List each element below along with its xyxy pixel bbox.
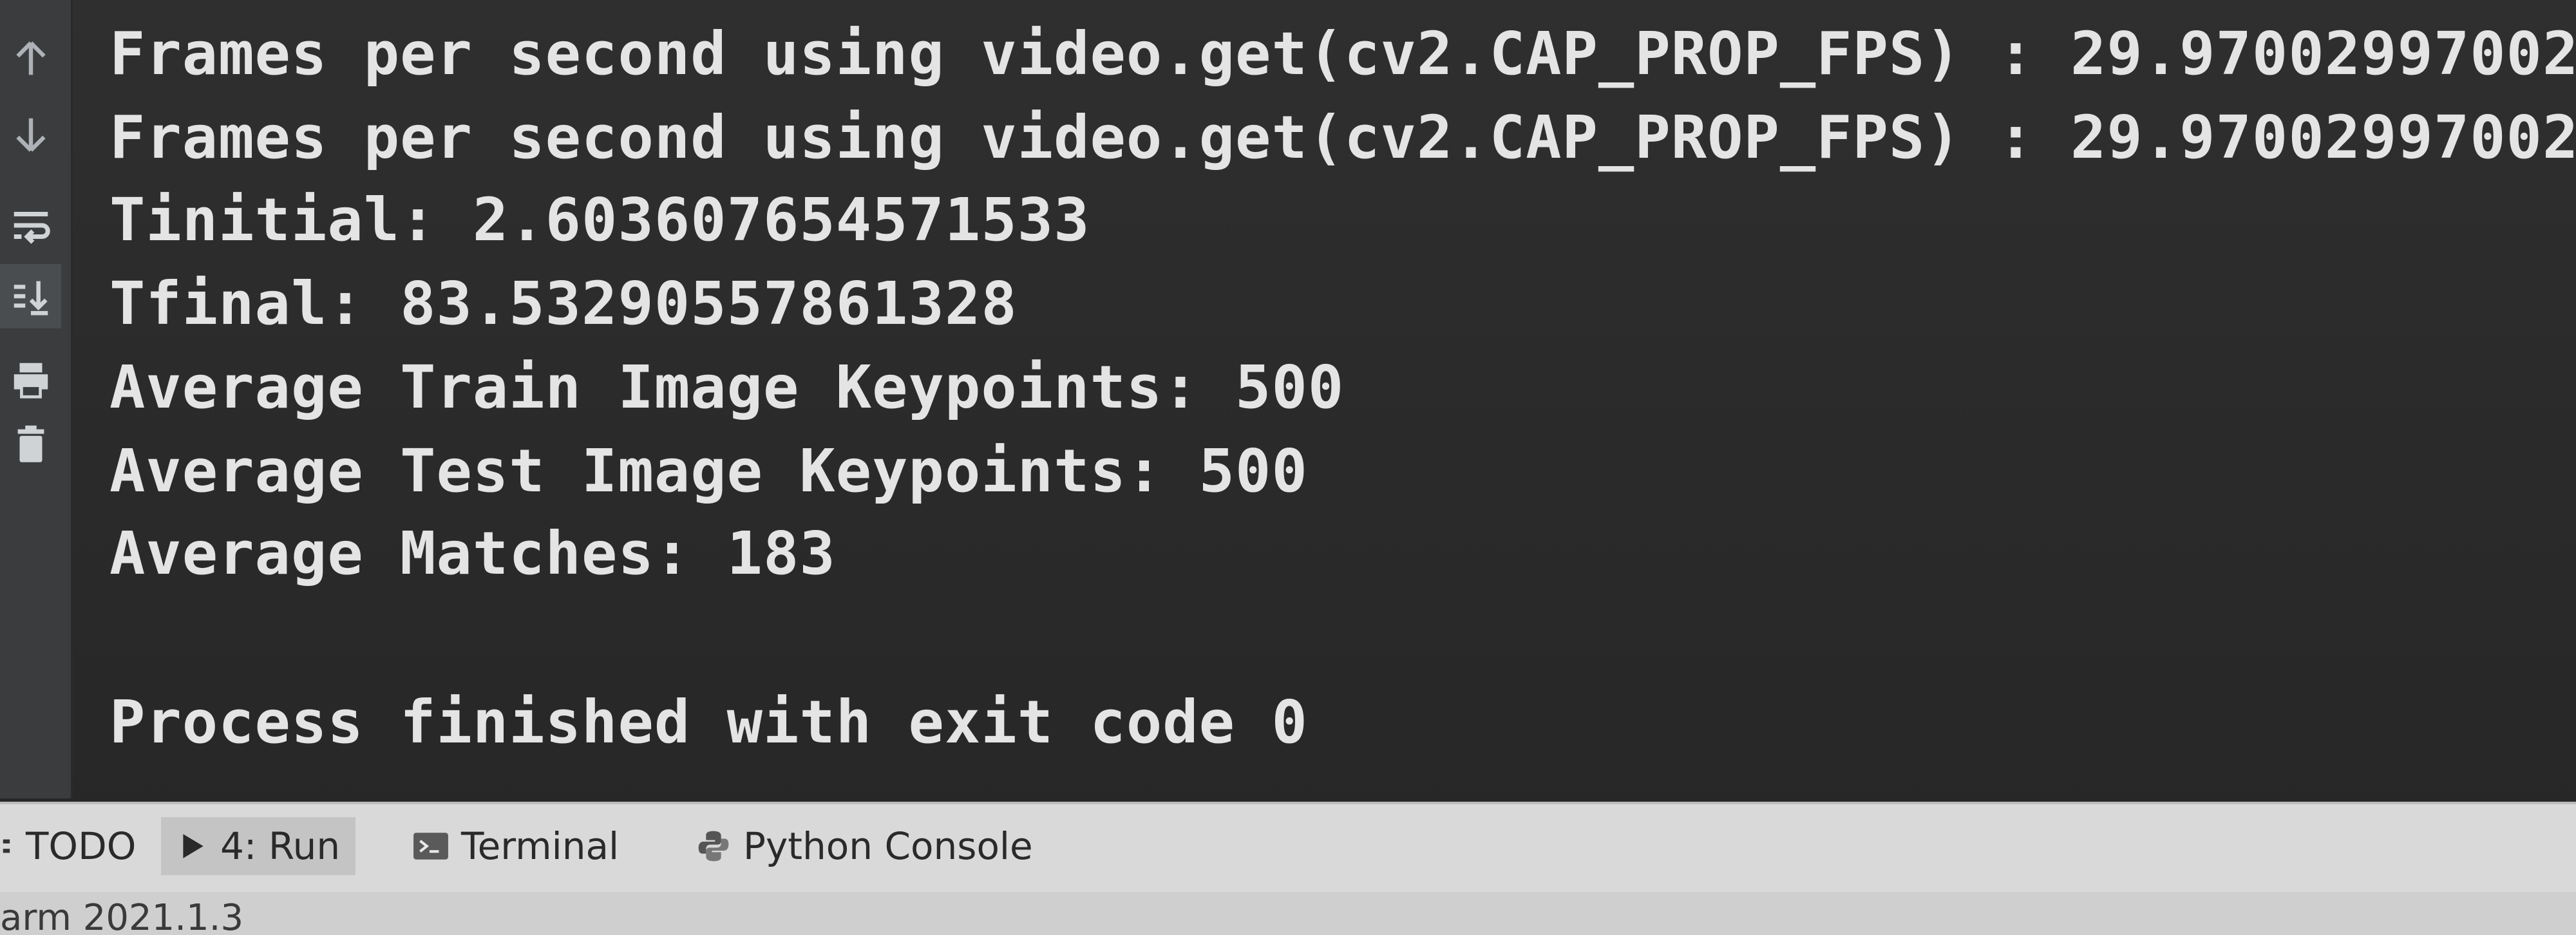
run-play-icon	[176, 830, 209, 862]
tool-window-bar: TODO 4: Run Terminal Python Console	[0, 802, 2576, 894]
python-icon	[696, 828, 732, 864]
console-line: Tinitial: 2.603607654571533	[109, 185, 1090, 254]
status-bar: arm 2021.1.3	[0, 892, 2576, 935]
console-output[interactable]: Frames per second using video.get(cv2.CA…	[109, 13, 2576, 786]
trash-icon[interactable]	[0, 412, 61, 477]
tab-python-console[interactable]: Python Console	[696, 817, 1033, 875]
tab-label: Terminal	[461, 824, 620, 868]
console-line: Frames per second using video.get(cv2.CA…	[109, 19, 2576, 88]
tab-todo[interactable]: TODO	[0, 817, 136, 875]
run-toolbar	[0, 0, 73, 798]
up-arrow-icon[interactable]	[0, 26, 61, 90]
tab-run[interactable]: 4: Run	[161, 817, 356, 875]
todo-list-icon	[0, 830, 14, 862]
console-line: Tfinal: 83.53290557861328	[109, 269, 1018, 338]
pycharm-run-window: Frames per second using video.get(cv2.CA…	[0, 0, 2576, 935]
scroll-to-end-icon[interactable]	[0, 264, 61, 328]
console-line: Process finished with exit code 0	[109, 688, 1308, 757]
tab-terminal[interactable]: Terminal	[412, 817, 619, 875]
console-line: Average Matches: 183	[109, 519, 836, 588]
console-line: Average Test Image Keypoints: 500	[109, 437, 1308, 505]
console-line: Average Train Image Keypoints: 500	[109, 353, 1345, 422]
terminal-icon	[412, 830, 450, 862]
down-arrow-icon[interactable]	[0, 103, 61, 167]
console-line: Frames per second using video.get(cv2.CA…	[109, 103, 2576, 172]
print-icon[interactable]	[0, 348, 61, 412]
status-text: arm 2021.1.3	[0, 897, 244, 935]
tab-label: Python Console	[743, 824, 1033, 868]
tab-label: TODO	[26, 824, 137, 868]
tab-label: 4: Run	[220, 824, 341, 868]
soft-wrap-icon[interactable]	[0, 193, 61, 258]
